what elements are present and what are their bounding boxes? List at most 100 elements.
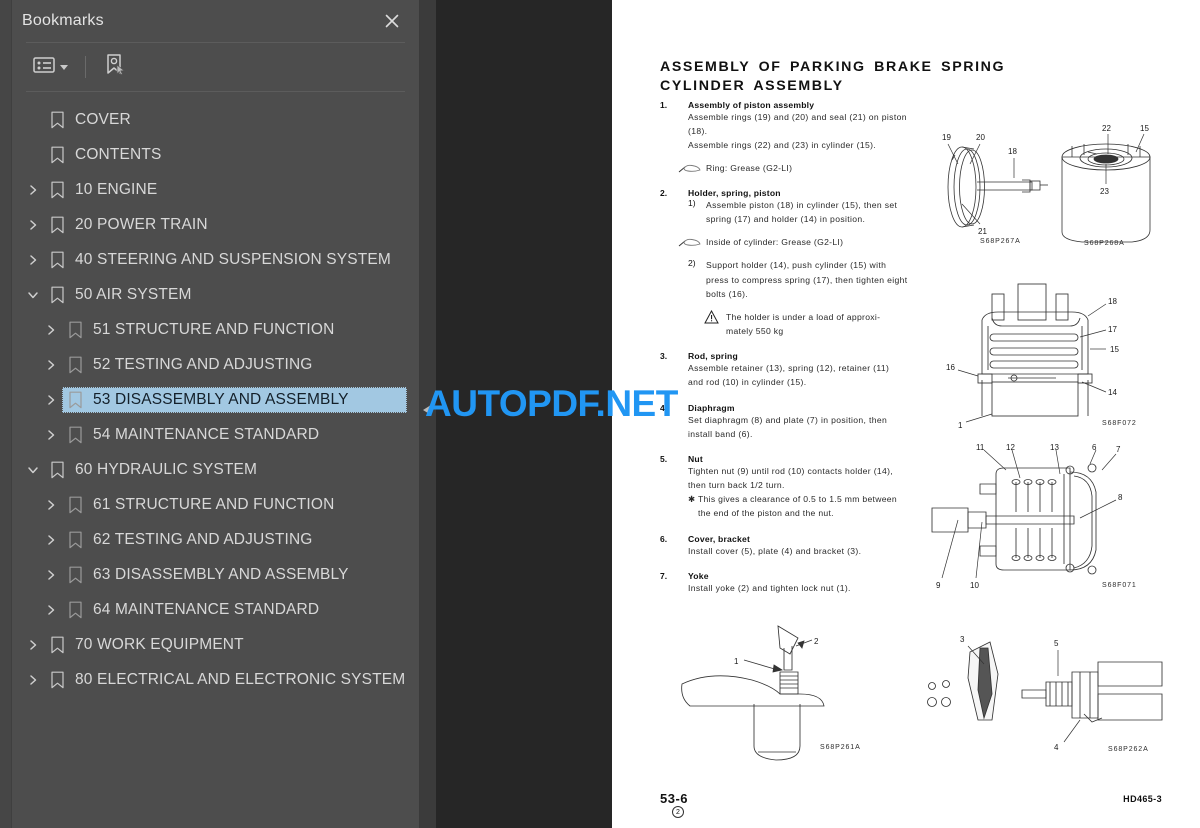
bookmark-item-cover[interactable]: COVER <box>12 102 419 137</box>
bookmark-icon <box>63 566 87 584</box>
panel-splitter[interactable] <box>420 0 436 828</box>
bookmark-item-hitbox[interactable]: CONTENTS <box>44 142 407 168</box>
pdf-viewer-window: Bookmarks COVER CONTENTS 10 ENGINE 20 PO… <box>0 0 1200 828</box>
bookmark-cursor-icon <box>103 53 127 82</box>
bookmark-item-hitbox[interactable]: 51 STRUCTURE AND FUNCTION <box>62 317 407 343</box>
chevron-right-icon[interactable] <box>40 429 62 441</box>
bookmark-item-54-maintenance-standard[interactable]: 54 MAINTENANCE STANDARD <box>12 417 419 452</box>
step-heading: Nut <box>688 453 703 464</box>
bookmark-icon <box>63 426 87 444</box>
sidebar-gutter <box>0 0 12 828</box>
step-body-line: Assemble retainer (13), spring (12), ret… <box>688 363 890 374</box>
list-options-icon <box>33 56 55 79</box>
callout-9: 9 <box>936 581 941 590</box>
substep-line: Assemble piston (18) in cylinder (15), t… <box>706 200 898 211</box>
step-body-line: Set diaphragm (8) and plate (7) in posit… <box>688 414 888 425</box>
close-icon[interactable] <box>381 10 403 32</box>
chevron-down-icon[interactable] <box>22 464 44 476</box>
bookmark-item-10-engine[interactable]: 10 ENGINE <box>12 172 419 207</box>
bookmark-item-label: 52 TESTING AND ADJUSTING <box>93 355 313 373</box>
callout-15: 15 <box>1110 345 1119 354</box>
chevron-right-icon[interactable] <box>40 534 62 546</box>
callout-5: 5 <box>1054 639 1059 648</box>
chevron-right-icon[interactable] <box>22 674 44 686</box>
bookmark-item-hitbox[interactable]: 50 AIR SYSTEM <box>44 282 407 308</box>
bookmark-item-label: 53 DISASSEMBLY AND ASSEMBLY <box>93 390 349 408</box>
step-number: 5. <box>660 453 668 464</box>
step-1: 1. Assembly of piston assembly Assemble … <box>660 100 950 175</box>
list-options-button[interactable] <box>28 52 73 83</box>
step-body-line: Install yoke (2) and tighten lock nut (1… <box>688 582 851 593</box>
step-heading: Yoke <box>688 570 709 581</box>
grease-note: Ring: Grease (G2-LI) <box>660 162 950 176</box>
callout-8: 8 <box>1118 493 1123 502</box>
step-3: 3. Rod, spring Assemble retainer (13), s… <box>660 351 950 389</box>
bookmark-item-hitbox[interactable]: 40 STEERING AND SUSPENSION SYSTEM <box>44 247 407 273</box>
step-heading: Holder, spring, piston <box>688 188 781 199</box>
substep-number: 2) <box>688 258 696 269</box>
bookmark-item-64-maintenance-standard[interactable]: 64 MAINTENANCE STANDARD <box>12 592 419 627</box>
bookmark-item-52-testing-and-adjusting[interactable]: 52 TESTING AND ADJUSTING <box>12 347 419 382</box>
bookmark-item-hitbox[interactable]: 62 TESTING AND ADJUSTING <box>62 527 407 553</box>
collapse-left-arrow-icon[interactable] <box>423 405 431 415</box>
new-bookmark-button[interactable] <box>98 49 132 86</box>
chevron-down-icon[interactable] <box>22 289 44 301</box>
bookmark-item-hitbox[interactable]: 60 HYDRAULIC SYSTEM <box>44 457 407 483</box>
substep-2: 2) Support holder (14), push cylinder (1… <box>660 258 950 301</box>
step-heading: Diaphragm <box>688 402 735 413</box>
chevron-right-icon[interactable] <box>40 499 62 511</box>
bookmark-item-label: 54 MAINTENANCE STANDARD <box>93 425 320 443</box>
bookmark-item-hitbox[interactable]: 52 TESTING AND ADJUSTING <box>62 352 407 378</box>
bookmark-item-61-structure-and-function[interactable]: 61 STRUCTURE AND FUNCTION <box>12 487 419 522</box>
bookmark-item-53-disassembly-and-assembly[interactable]: 53 DISASSEMBLY AND ASSEMBLY <box>12 382 419 417</box>
chevron-right-icon[interactable] <box>22 639 44 651</box>
callout-10: 10 <box>970 581 979 590</box>
document-viewer-area: ASSEMBLY OF PARKING BRAKE SPRING CYLINDE… <box>420 0 1200 828</box>
chevron-right-icon[interactable] <box>40 569 62 581</box>
step-body-line: Assemble rings (22) and (23) in cylinder… <box>688 140 877 151</box>
asterisk-icon: ✱ <box>688 494 696 505</box>
revision-badge: 2 <box>672 806 684 818</box>
bookmark-icon <box>45 181 69 199</box>
bookmark-item-label: 62 TESTING AND ADJUSTING <box>93 530 313 548</box>
bookmark-item-contents[interactable]: CONTENTS <box>12 137 419 172</box>
chevron-right-icon[interactable] <box>40 324 62 336</box>
figure-piston-rings: 19 20 18 21 22 15 23 S68P267A S68P268A <box>922 112 1172 252</box>
chevron-right-icon[interactable] <box>22 219 44 231</box>
bookmark-item-80-electrical-and-electronic-system[interactable]: 80 ELECTRICAL AND ELECTRONIC SYSTEM <box>12 662 419 697</box>
bookmark-item-hitbox[interactable]: 70 WORK EQUIPMENT <box>44 632 407 658</box>
bookmark-item-hitbox[interactable]: COVER <box>44 107 407 133</box>
bookmark-item-20-power-train[interactable]: 20 POWER TRAIN <box>12 207 419 242</box>
grease-symbol-icon <box>678 164 702 173</box>
substep-line: Support holder (14), push cylinder (15) … <box>706 260 887 271</box>
bookmark-item-hitbox[interactable]: 63 DISASSEMBLY AND ASSEMBLY <box>62 562 407 588</box>
page-number: 53-6 <box>660 791 689 806</box>
bookmark-item-hitbox[interactable]: 20 POWER TRAIN <box>44 212 407 238</box>
bookmark-item-70-work-equipment[interactable]: 70 WORK EQUIPMENT <box>12 627 419 662</box>
bookmark-item-hitbox[interactable]: 54 MAINTENANCE STANDARD <box>62 422 407 448</box>
bookmark-item-63-disassembly-and-assembly[interactable]: 63 DISASSEMBLY AND ASSEMBLY <box>12 557 419 592</box>
bookmarks-toolbar <box>12 43 419 91</box>
bookmark-icon <box>63 356 87 374</box>
bookmark-item-label: 51 STRUCTURE AND FUNCTION <box>93 320 335 338</box>
chevron-right-icon[interactable] <box>40 604 62 616</box>
chevron-right-icon[interactable] <box>22 254 44 266</box>
bookmark-item-50-air-system[interactable]: 50 AIR SYSTEM <box>12 277 419 312</box>
figure-spring-cylinder-assembly: 11 12 13 6 7 8 9 10 S68F071 <box>924 442 1174 594</box>
bookmark-item-hitbox[interactable]: 64 MAINTENANCE STANDARD <box>62 597 407 623</box>
warning-note: The holder is under a load of approxi- m… <box>660 309 950 338</box>
chevron-right-icon[interactable] <box>22 184 44 196</box>
chevron-right-icon[interactable] <box>40 359 62 371</box>
bookmark-item-hitbox[interactable]: 53 DISASSEMBLY AND ASSEMBLY <box>62 386 407 413</box>
bookmark-item-51-structure-and-function[interactable]: 51 STRUCTURE AND FUNCTION <box>12 312 419 347</box>
step-body-line: Assemble rings (19) and (20) and seal (2… <box>688 112 907 122</box>
bookmark-item-40-steering-and-suspension-system[interactable]: 40 STEERING AND SUSPENSION SYSTEM <box>12 242 419 277</box>
bookmark-item-hitbox[interactable]: 61 STRUCTURE AND FUNCTION <box>62 492 407 518</box>
bookmark-item-60-hydraulic-system[interactable]: 60 HYDRAULIC SYSTEM <box>12 452 419 487</box>
substep-1: 1) Assemble piston (18) in cylinder (15)… <box>660 198 950 226</box>
bookmark-item-hitbox[interactable]: 10 ENGINE <box>44 177 407 203</box>
chevron-right-icon[interactable] <box>40 394 62 406</box>
star-note-line: ✱ This gives a clearance of 0.5 to 1.5 m… <box>660 492 950 506</box>
bookmark-item-hitbox[interactable]: 80 ELECTRICAL AND ELECTRONIC SYSTEM <box>44 667 407 693</box>
bookmark-item-62-testing-and-adjusting[interactable]: 62 TESTING AND ADJUSTING <box>12 522 419 557</box>
